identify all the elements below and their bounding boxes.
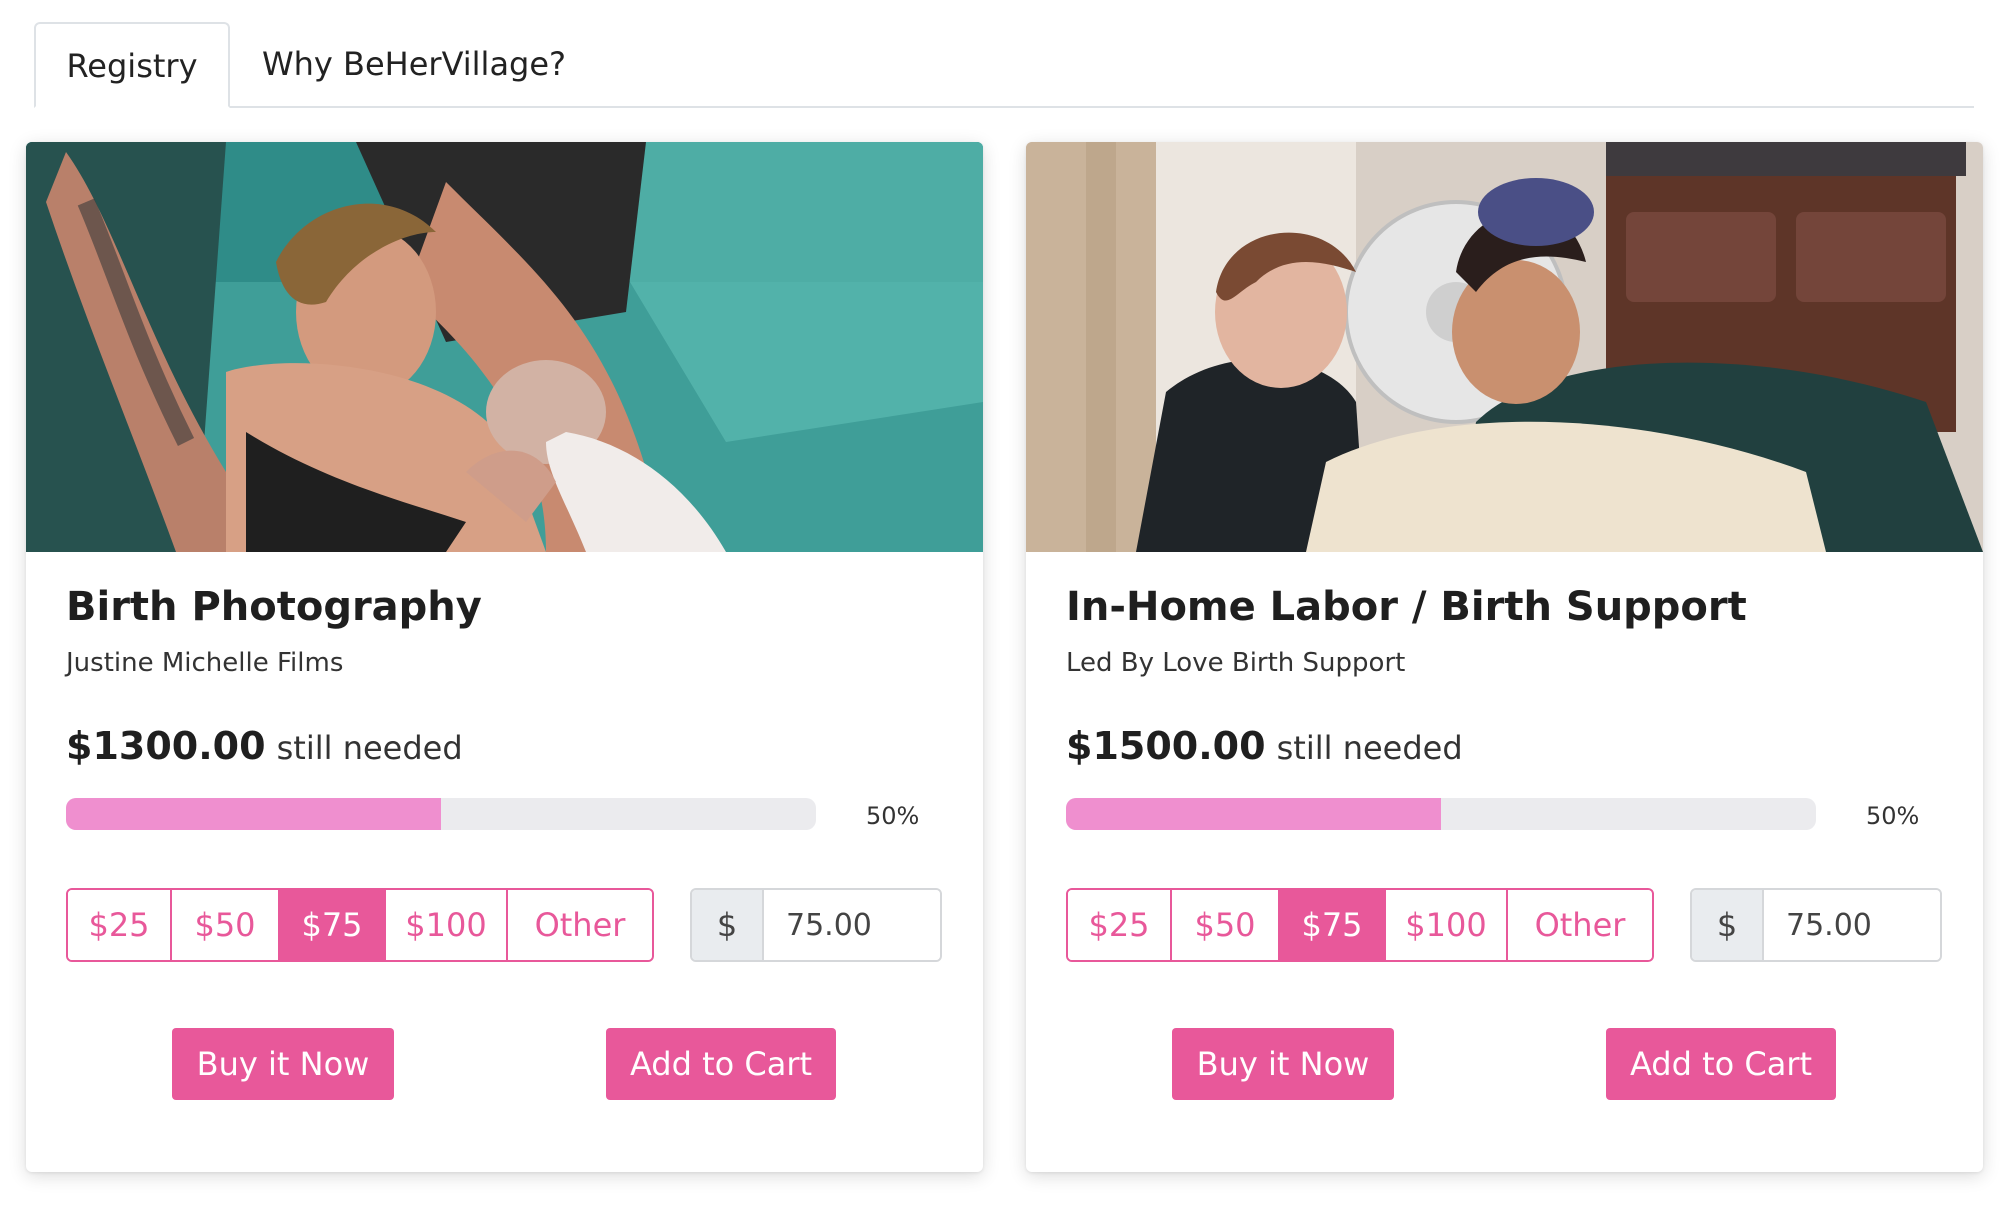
amount-option-100[interactable]: $100: [1386, 890, 1508, 960]
tab-why-behervillage[interactable]: Why BeHerVillage?: [262, 22, 566, 106]
add-to-cart-button[interactable]: Add to Cart: [1606, 1028, 1836, 1100]
custom-amount-group: $: [1690, 888, 1942, 962]
amount-option-50[interactable]: $50: [1172, 890, 1280, 960]
amount-needed-label: still needed: [276, 729, 463, 767]
custom-amount-input[interactable]: [764, 890, 940, 960]
tab-registry[interactable]: Registry: [34, 22, 230, 108]
amount-option-50[interactable]: $50: [172, 890, 280, 960]
add-to-cart-button[interactable]: Add to Cart: [606, 1028, 836, 1100]
registry-card: In-Home Labor / Birth Support Led By Lov…: [1026, 142, 1983, 1172]
registry-card: Birth Photography Justine Michelle Films…: [26, 142, 983, 1172]
custom-amount-group: $: [690, 888, 942, 962]
labor-support-photo: [1026, 142, 1983, 552]
funding-progress-percent: 50%: [1866, 802, 1920, 830]
currency-prefix: $: [692, 890, 764, 960]
funding-progress-fill: [66, 798, 441, 830]
currency-prefix: $: [1692, 890, 1764, 960]
funding-progress-bar: [66, 798, 816, 830]
birth-photography-photo: [26, 142, 983, 552]
amount-options: $25 $50 $75 $100 Other: [1066, 888, 1654, 962]
funding-progress-fill: [1066, 798, 1441, 830]
amount-needed-value: $1300.00: [66, 724, 266, 768]
tab-bar: Registry Why BeHerVillage?: [34, 22, 1974, 108]
amount-needed-value: $1500.00: [1066, 724, 1266, 768]
amount-option-25[interactable]: $25: [68, 890, 172, 960]
card-title: In-Home Labor / Birth Support: [1066, 584, 1747, 630]
amount-needed: $1500.00 still needed: [1066, 724, 1463, 768]
vendor-name: Justine Michelle Films: [66, 648, 344, 678]
amount-option-25[interactable]: $25: [1068, 890, 1172, 960]
custom-amount-input[interactable]: [1764, 890, 1940, 960]
buy-it-now-button[interactable]: Buy it Now: [172, 1028, 394, 1100]
amount-options: $25 $50 $75 $100 Other: [66, 888, 654, 962]
buy-it-now-button[interactable]: Buy it Now: [1172, 1028, 1394, 1100]
amount-option-other[interactable]: Other: [508, 890, 652, 960]
funding-progress-percent: 50%: [866, 802, 920, 830]
amount-needed: $1300.00 still needed: [66, 724, 463, 768]
amount-option-75[interactable]: $75: [280, 890, 386, 960]
amount-option-other[interactable]: Other: [1508, 890, 1652, 960]
amount-option-100[interactable]: $100: [386, 890, 508, 960]
amount-option-75[interactable]: $75: [1280, 890, 1386, 960]
funding-progress-bar: [1066, 798, 1816, 830]
vendor-name: Led By Love Birth Support: [1066, 648, 1406, 678]
amount-needed-label: still needed: [1276, 729, 1463, 767]
card-title: Birth Photography: [66, 584, 482, 630]
